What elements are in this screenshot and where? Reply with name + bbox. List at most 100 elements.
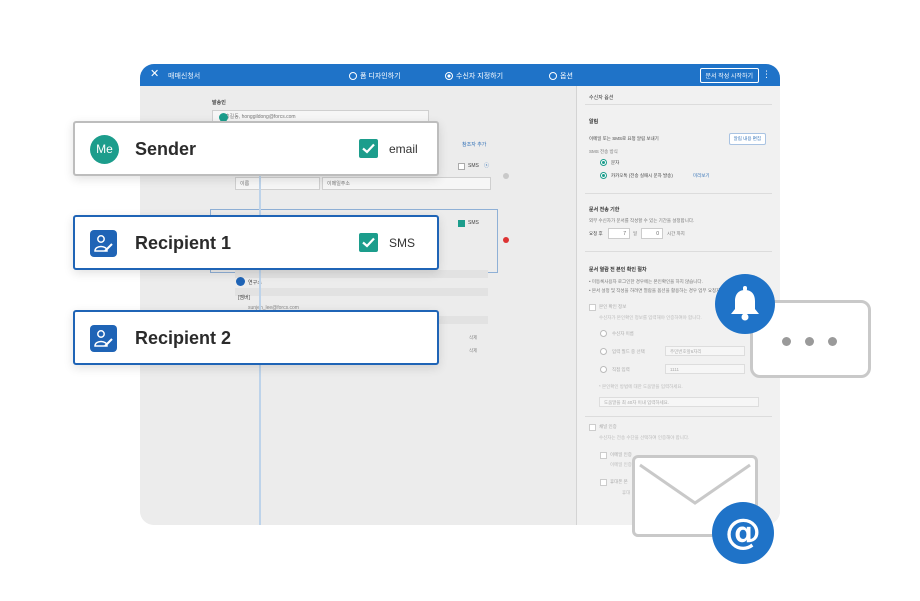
verify-hint-input[interactable]: 도움말을 최 40자 이내 입력하세요. (599, 397, 759, 407)
sender-avatar: Me (90, 135, 119, 164)
channel-email-checkbox[interactable] (600, 452, 607, 459)
verify-opt1: 수신자 이름 (612, 331, 634, 336)
dot (782, 337, 791, 346)
deadline-prefix: 요청 후 (589, 231, 603, 236)
recipient-mini-avatar (236, 277, 245, 286)
add-reviewer-link[interactable]: 참조자 추가 (462, 141, 486, 148)
radio-kakao[interactable] (600, 172, 607, 179)
remove-icon[interactable] (503, 237, 509, 243)
check-icon (362, 143, 375, 154)
channel-email: 이메일 인증 (610, 452, 632, 457)
verify-checkbox[interactable] (589, 304, 596, 311)
circle-icon (549, 72, 557, 80)
channel-title: 채널 인증 (599, 424, 617, 429)
circle-icon (349, 72, 357, 80)
target-icon (445, 72, 453, 80)
member-tag: [멤버] (238, 295, 250, 301)
delete-link[interactable]: 삭제 (469, 335, 477, 341)
email-field[interactable]: 이메일주소 (322, 177, 491, 190)
sms-label: SMS (468, 163, 479, 169)
svg-text:@: @ (725, 512, 761, 553)
grey-row (235, 270, 488, 278)
nav-options[interactable]: 옵션 (549, 71, 573, 81)
options-title: 수신자 옵션 (589, 95, 614, 101)
dot (828, 337, 837, 346)
channel-phone: 휴대폰 본 (610, 479, 628, 484)
preview-link[interactable]: 미리보기 (693, 173, 710, 179)
bell-icon (715, 274, 775, 334)
channel-checkbox[interactable] (589, 424, 596, 431)
recipient-2-name: Recipient 2 (135, 328, 232, 348)
delete-link[interactable]: 삭제 (469, 348, 477, 354)
deadline-title: 문서 전송 기한 (589, 207, 620, 213)
divider (585, 104, 772, 105)
recipient-1-name: Recipient 1 (135, 233, 232, 253)
notify-title: 알림 (589, 119, 599, 125)
verify-direct-input[interactable]: 1111 (665, 364, 745, 374)
sender-card[interactable]: Me Sender email (73, 121, 439, 176)
sms-method-label: SMS 전송 방식 (589, 149, 618, 154)
remove-icon[interactable] (503, 173, 509, 179)
divider (585, 193, 772, 194)
info-icon: ⓢ (484, 163, 490, 169)
channel-desc: 수신자는 전송 수단을 선택하여 인증해야 합니다. (599, 435, 690, 440)
name-placeholder: 이름 (240, 181, 250, 187)
verify-title: 문서 열람 전 본인 확인 절차 (589, 267, 647, 273)
sender-section-title: 발송인 (212, 100, 226, 106)
divider (585, 416, 772, 417)
opt-text-label: 문자 (611, 160, 620, 165)
recipient-1-card[interactable]: Recipient 1 SMS (73, 215, 439, 270)
grey-row (235, 288, 488, 296)
hours-unit: 시간 까지 (667, 231, 685, 236)
email-placeholder: 이메일주소 (327, 181, 351, 187)
name-field[interactable]: 이름 (235, 177, 320, 190)
close-icon[interactable]: ✕ (150, 68, 159, 81)
dot (805, 337, 814, 346)
signer-icon (90, 230, 117, 257)
channel-phone-checkbox[interactable] (600, 479, 607, 486)
channel-email-sub: 이메일 인증 (610, 462, 632, 467)
sms-checkbox-checked[interactable] (458, 220, 465, 227)
divider (585, 251, 772, 252)
sms-label: SMS (468, 220, 479, 226)
verify-desc: • 미등록사용자 로그인한 경우에는 본인확인을 하지 않습니다. (589, 279, 703, 284)
start-document-button[interactable]: 문서 작성 시작하기 (699, 68, 759, 83)
sms-label: SMS (389, 236, 416, 250)
days-input[interactable]: 7 (608, 228, 630, 239)
nav-form-design[interactable]: 폼 디자인하기 (349, 71, 401, 81)
verify-sub: 수신자가 본인확인 정보를 입력해야 인증하여야 합니다. (599, 315, 702, 320)
recipient-2-card[interactable]: Recipient 2 (73, 310, 439, 365)
nav-label: 폼 디자인하기 (360, 73, 401, 80)
sms-checkbox[interactable] (458, 163, 465, 170)
sender-email: 홍길동, honggildong@forcs.com (225, 114, 296, 120)
nav-assign-recipients[interactable]: 수신자 지정하기 (445, 71, 503, 81)
opt-kakao-label: 카카오톡 (전송 실패시 문자 발송) (611, 173, 673, 178)
hours-input[interactable]: 0 (641, 228, 663, 239)
verify-field-select[interactable]: 주민번호앞6자리 (665, 346, 745, 356)
verify-check-label: 본인 확인 정보 (599, 304, 627, 309)
at-sign-icon: @ (712, 502, 774, 564)
channel-phone-sub: 휴대 (622, 490, 631, 495)
radio-verify-direct[interactable] (600, 366, 607, 373)
radio-verify-name[interactable] (600, 330, 607, 337)
email-checkbox[interactable] (359, 139, 378, 158)
verify-opt2: 입력 필드 중 선택 (612, 349, 645, 354)
sms-checkbox[interactable] (359, 233, 378, 252)
nav-label: 옵션 (560, 73, 573, 80)
email-label: email (389, 142, 418, 156)
more-icon[interactable]: ⋮ (762, 68, 771, 80)
sender-name: Sender (135, 139, 197, 159)
document-title: 매매신청서 (168, 73, 201, 80)
radio-verify-field[interactable] (600, 348, 607, 355)
verify-hint: * 본인확인 방법에 대한 도움말을 입력하세요. (599, 384, 683, 389)
edit-notification-button[interactable]: 알림 내용 편집 (728, 133, 766, 145)
signer-icon (90, 325, 117, 352)
top-bar: ✕ 매매신청서 폼 디자인하기 수신자 지정하기 옵션 문서 작성 시작하기 ⋮ (140, 64, 780, 86)
days-unit: 일 (633, 231, 638, 236)
radio-text[interactable] (600, 159, 607, 166)
notify-desc: 이메일 또는 SMS로 요청 알림 보내기 (589, 136, 659, 141)
deadline-desc: 외부 수신자가 문서를 작성할 수 있는 기간을 설정합니다. (589, 218, 695, 223)
nav-label: 수신자 지정하기 (456, 73, 504, 80)
check-icon (362, 237, 375, 248)
verify-desc: • 본서 설정 및 작성을 하려면 열람을 옵션을 활용하는 경우 업무 요청자 (589, 288, 721, 293)
